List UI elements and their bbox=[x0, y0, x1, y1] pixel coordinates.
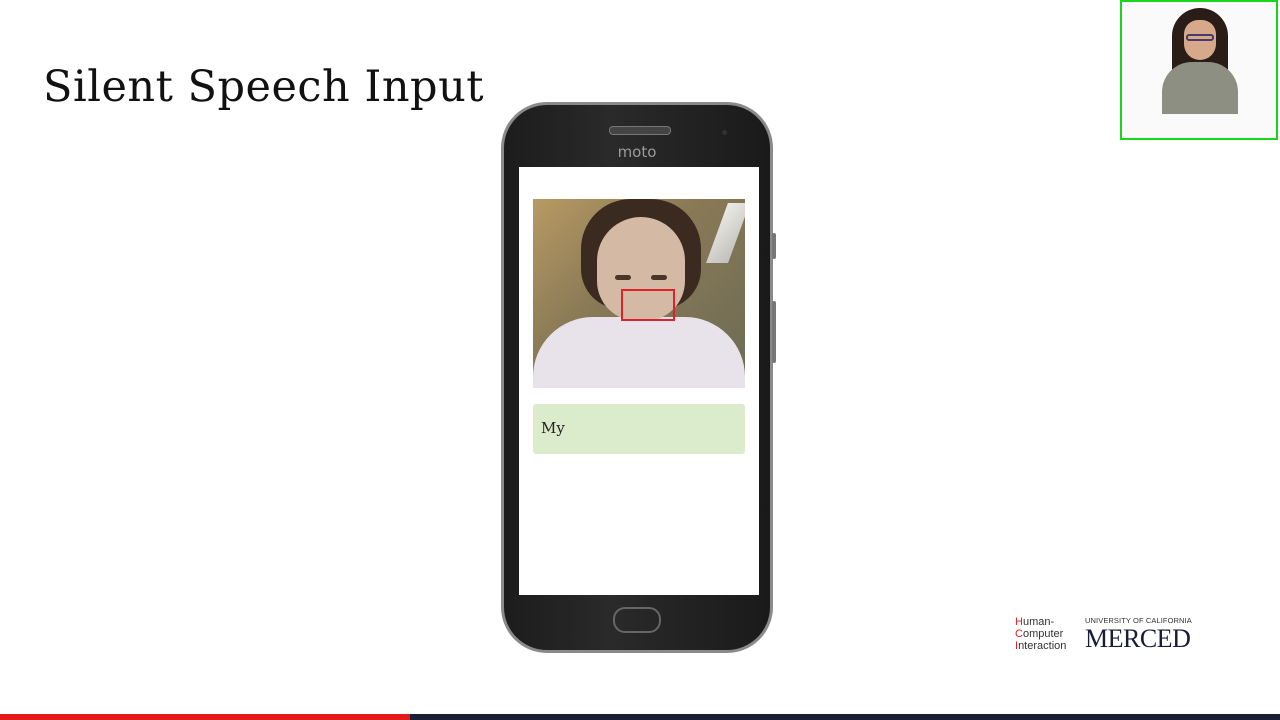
presenter-webcam bbox=[1120, 0, 1278, 140]
video-progress-bar[interactable] bbox=[0, 714, 1280, 720]
phone-mockup: moto My ◁ ○ □ bbox=[501, 102, 776, 653]
phone-home-button bbox=[613, 607, 661, 633]
hci-lab-wordmark: Human- Computer Interaction bbox=[1015, 616, 1067, 652]
ceiling-light bbox=[706, 203, 745, 263]
phone-front-camera bbox=[722, 130, 727, 135]
recognized-text: My bbox=[541, 419, 565, 437]
campus-label: MERCED bbox=[1085, 624, 1191, 653]
camera-preview bbox=[533, 199, 745, 388]
phone-volume-button bbox=[772, 301, 776, 363]
phone-side-button bbox=[772, 233, 776, 259]
video-progress-played bbox=[0, 714, 410, 720]
mouth-tracking-box bbox=[621, 289, 675, 321]
presenter-glasses bbox=[1186, 34, 1214, 41]
subject-body bbox=[533, 317, 745, 388]
ucmerced-hci-logo: Human- Computer Interaction UNIVERSITY O… bbox=[1015, 614, 1205, 654]
presenter-body bbox=[1162, 62, 1238, 114]
slide-title: Silent Speech Input bbox=[43, 62, 485, 112]
subject-eye bbox=[615, 275, 631, 280]
subject-eye bbox=[651, 275, 667, 280]
recognized-text-box: My bbox=[533, 404, 745, 454]
phone-screen: My ◁ ○ □ bbox=[519, 167, 759, 595]
phone-brand: moto bbox=[617, 143, 657, 161]
phone-speaker bbox=[609, 126, 671, 135]
